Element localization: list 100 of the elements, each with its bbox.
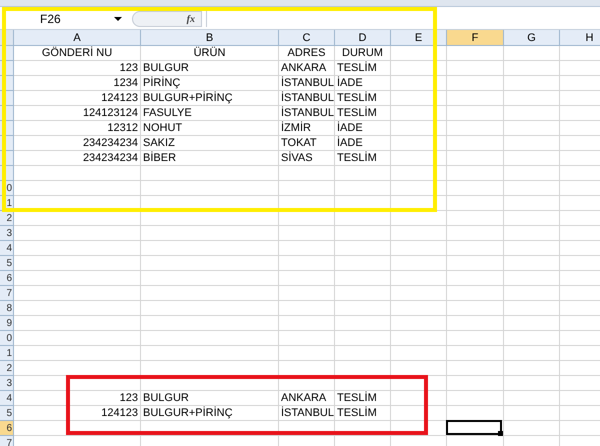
empty-cell [447,346,504,361]
empty-cell [279,301,335,316]
column-header[interactable]: C [279,30,335,46]
table-cell: 124123124 [14,106,141,121]
table-cell: FASULYE [141,106,279,121]
empty-cell [335,166,391,181]
empty-cell [391,166,447,181]
name-box[interactable]: F26 [8,11,128,27]
table-cell: 12312 [14,121,141,136]
dropdown-arrow-icon [114,17,122,21]
column-header[interactable]: A [14,30,141,46]
row-header[interactable]: 6 [0,421,14,436]
empty-cell [335,331,391,346]
empty-cell [391,241,447,256]
table-cell: TESLİM [335,151,391,166]
empty-cell [391,106,447,121]
empty-cell [504,136,560,151]
empty-cell [335,316,391,331]
empty-cell [504,241,560,256]
row-header[interactable]: 4 [0,241,14,256]
table-cell: TESLİM [335,406,391,421]
empty-cell [447,61,504,76]
column-header[interactable]: H [560,30,600,46]
row-header[interactable]: 2 [0,361,14,376]
column-header[interactable]: D [335,30,391,46]
row-header[interactable]: 1 [0,346,14,361]
empty-cell [447,46,504,61]
empty-cell [504,91,560,106]
empty-cell [279,316,335,331]
empty-cell [279,286,335,301]
empty-cell [447,271,504,286]
empty-cell [447,391,504,406]
row-header[interactable]: 0 [0,331,14,346]
empty-cell [391,331,447,346]
empty-cell [279,346,335,361]
table-cell: GÖNDERİ NU [14,46,141,61]
row-header[interactable]: 7 [0,286,14,301]
empty-cell [447,226,504,241]
empty-cell [504,376,560,391]
column-header[interactable]: F [447,30,504,46]
empty-cell [447,106,504,121]
row-header[interactable]: 5 [0,406,14,421]
empty-cell [279,271,335,286]
row-header[interactable]: 3 [0,226,14,241]
empty-cell [391,376,447,391]
row-header[interactable]: 3 [0,376,14,391]
table-cell: NOHUT [141,121,279,136]
empty-cell [279,331,335,346]
empty-cell [391,61,447,76]
column-header[interactable]: E [391,30,447,46]
table-cell: TESLİM [335,61,391,76]
empty-cell [504,301,560,316]
table-cell: İADE [335,121,391,136]
empty-cell [504,361,560,376]
empty-cell [391,271,447,286]
table-cell: BULGUR [141,61,279,76]
table-cell: SAKIZ [141,136,279,151]
row-header[interactable]: 2 [0,211,14,226]
row-header[interactable]: 5 [0,256,14,271]
table-cell: 123 [14,391,141,406]
table-cell: PİRİNÇ [141,76,279,91]
table-cell: İSTANBUL [279,106,335,121]
empty-cell [447,376,504,391]
empty-cell [447,181,504,196]
empty-cell [447,121,504,136]
empty-cell [447,241,504,256]
empty-cell [504,211,560,226]
insert-function-button[interactable]: fx [186,12,195,26]
row-header[interactable]: 9 [0,316,14,331]
table-cell: 123 [14,61,141,76]
empty-cell [391,46,447,61]
row-header[interactable]: 8 [0,301,14,316]
empty-cell [335,286,391,301]
row-header[interactable]: 6 [0,271,14,286]
empty-cell [504,271,560,286]
table-cell: İSTANBUL [279,76,335,91]
empty-cell [279,241,335,256]
row-header[interactable]: 7 [0,436,14,446]
empty-cell [391,91,447,106]
empty-cell [335,376,391,391]
fill-handle[interactable] [498,431,503,436]
column-header[interactable]: G [504,30,560,46]
empty-cell [447,91,504,106]
empty-cell [447,316,504,331]
empty-cell [391,151,447,166]
empty-cell [504,346,560,361]
column-header[interactable]: B [141,30,279,46]
empty-cell [447,166,504,181]
row-header[interactable]: 4 [0,391,14,406]
empty-cell [504,196,560,211]
empty-cell [447,76,504,91]
empty-cell [504,286,560,301]
table-cell: TESLİM [335,391,391,406]
table-cell: TOKAT [279,136,335,151]
empty-cell [504,256,560,271]
empty-cell [504,406,560,421]
empty-cell [447,361,504,376]
table-cell: SİVAS [279,151,335,166]
empty-cell [391,346,447,361]
empty-cell [335,346,391,361]
